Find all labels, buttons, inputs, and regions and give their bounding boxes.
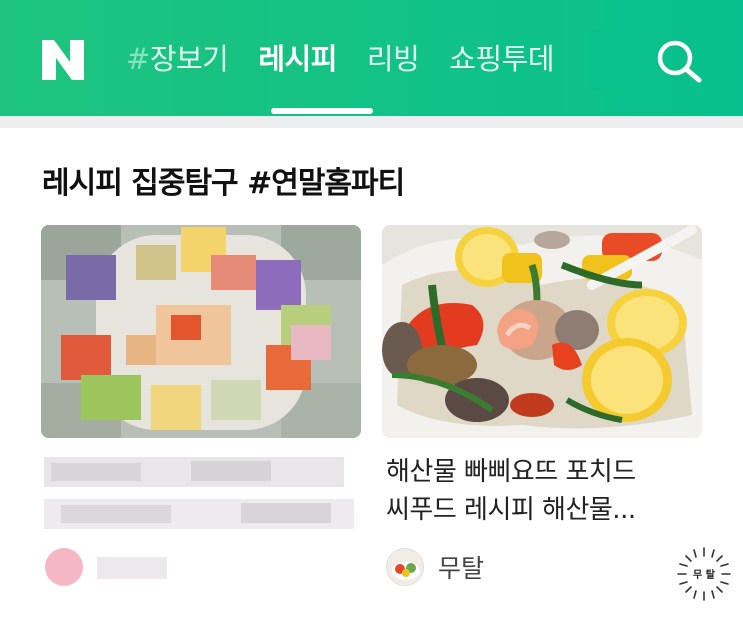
author-avatar: [386, 548, 424, 586]
naver-logo-icon[interactable]: [40, 40, 86, 80]
section-divider: [0, 116, 743, 128]
recipe-author-blurred: [45, 547, 177, 587]
recipe-card-1[interactable]: [41, 225, 361, 586]
author-name: 무탈: [438, 554, 485, 583]
tab-living[interactable]: 리빙: [367, 36, 420, 82]
tab-shopping-today[interactable]: 쇼핑투데: [449, 36, 554, 82]
category-tabs: #장보기 레시피 리빙 쇼핑투데: [126, 36, 616, 86]
recipe-thumbnail-blurred: [41, 225, 361, 438]
recipe-title[interactable]: 해산물 빠삐요뜨 포치드 씨푸드 레시피 해산물...: [386, 453, 706, 529]
author-avatar: [45, 548, 83, 586]
recipe-card-2[interactable]: 해산물 빠삐요뜨 포치드 씨푸드 레시피 해산물... 무탈: [382, 225, 702, 586]
top-navigation-bar: #장보기 레시피 리빙 쇼핑투데: [0, 0, 743, 116]
tab-recipe[interactable]: 레시피: [258, 36, 337, 82]
tab-overflow-fade: [580, 30, 630, 90]
blog-stamp-logo: 무 탈: [677, 547, 731, 601]
search-icon[interactable]: [655, 38, 707, 84]
active-tab-indicator: [271, 108, 373, 114]
stamp-text: 무 탈: [693, 568, 716, 581]
recipe-title-blurred: [44, 457, 354, 529]
recipe-author[interactable]: 무탈: [386, 547, 484, 587]
tab-grocery[interactable]: #장보기: [126, 36, 229, 82]
section-title: 레시피 집중탐구 #연말홈파티: [42, 166, 405, 201]
recipe-thumbnail: [382, 225, 702, 438]
